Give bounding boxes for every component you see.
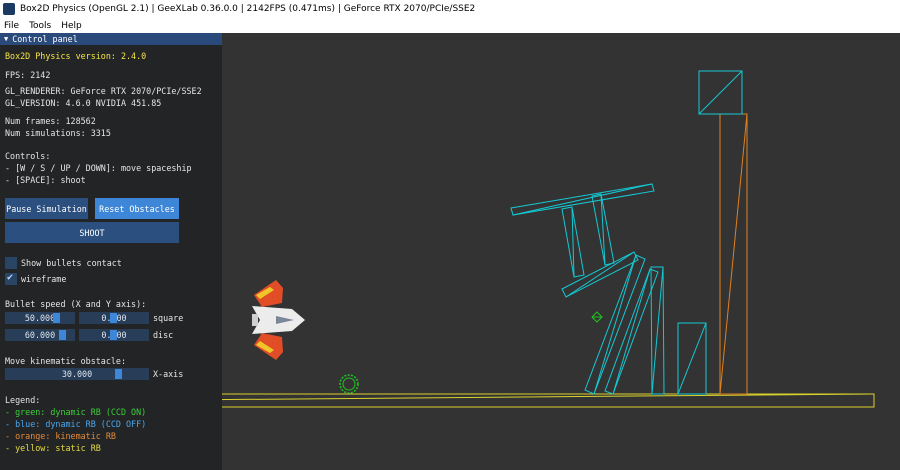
bullet-speed-title: Bullet speed (X and Y axis): [5,299,147,309]
box2d-version: Box2D Physics version: 2.4.0 [5,51,147,61]
disc-label: disc [153,330,174,340]
show-bullets-checkbox[interactable] [5,257,17,269]
kinematic-title: Move kinematic obstacle: [5,356,127,366]
kinematic-x-slider[interactable]: 30.000 [5,368,149,380]
dynamic-plank-middle-diagonal [565,251,635,298]
legend-title: Legend: [5,395,41,405]
control-panel-title: Control panel [12,34,78,44]
static-ground [173,393,875,408]
num-frames: Num frames: 128562 [5,116,96,126]
square-speed-x-slider[interactable]: 50.000 [5,312,75,324]
menu-tools[interactable]: Tools [29,21,51,31]
box2d-app-icon [3,3,15,15]
gl-version: GL_VERSION: 4.6.0 NVIDIA 451.85 [5,98,162,108]
legend-green: - green: dynamic RB (CCD ON) [5,407,147,417]
static-ground-diagonal [173,393,875,401]
kinematic-pillar-diagonal [719,113,748,395]
legend-blue: - blue: dynamic RB (CCD OFF) [5,419,147,429]
slider-grab[interactable] [110,313,117,323]
control-shoot: - [SPACE]: shoot [5,175,86,185]
window-titlebar: Box2D Physics (OpenGL 2.1) | GeeXLab 0.3… [0,0,900,18]
dynamic-top-box-diagonal [698,70,743,115]
square-label: square [153,313,184,323]
slider-grab[interactable] [59,330,66,340]
shoot-button[interactable]: SHOOT [5,222,179,243]
control-panel: ▼ Control panel Box2D Physics version: 2… [0,33,222,470]
gl-renderer: GL_RENDERER: GeForce RTX 2070/PCIe/SSE2 [5,86,202,96]
kinematic-x-value: 30.000 [61,369,93,379]
bullet-disc [339,374,359,394]
dynamic-small-box-diagonal [677,322,707,395]
show-bullets-label: Show bullets contact [21,258,122,268]
wireframe-checkbox[interactable]: ✔ [5,272,17,285]
disc-speed-x-value: 60.000 [24,330,56,340]
num-simulations: Num simulations: 3315 [5,128,111,138]
checkmark-icon: ✔ [7,272,14,283]
disc-speed-x-slider[interactable]: 60.000 [5,329,75,341]
control-move: - [W / S / UP / DOWN]: move spaceship [5,163,192,173]
legend-yellow: - yellow: static RB [5,443,101,453]
triangle-down-icon[interactable]: ▼ [4,35,8,43]
dynamic-plank-standing-diagonal [651,266,664,395]
menu-help[interactable]: Help [61,21,82,31]
control-panel-header[interactable]: ▼ Control panel [0,33,222,45]
window-title: Box2D Physics (OpenGL 2.1) | GeeXLab 0.3… [20,4,476,14]
menu-file[interactable]: File [4,21,19,31]
controls-title: Controls: [5,151,51,161]
pause-simulation-button[interactable]: Pause Simulation [5,198,88,219]
menu-bar: File Tools Help [0,18,900,33]
spaceship-icon[interactable] [252,280,305,360]
fps-readout: FPS: 2142 [5,70,51,80]
square-speed-x-value: 50.000 [24,313,56,323]
dynamic-plank-top-diagonal [512,183,653,216]
square-speed-y-slider[interactable]: 0.000 [79,312,149,324]
kinematic-axis-label: X-axis [153,369,184,379]
reset-obstacles-button[interactable]: Reset Obstacles [95,198,179,219]
dynamic-plank-falling-2-diagonal [612,268,651,395]
disc-speed-y-slider[interactable]: 0.000 [79,329,149,341]
legend-orange: - orange: kinematic RB [5,431,116,441]
slider-grab[interactable] [53,313,60,323]
slider-grab[interactable] [115,369,122,379]
slider-grab[interactable] [110,330,117,340]
wireframe-label: wireframe [21,274,67,284]
